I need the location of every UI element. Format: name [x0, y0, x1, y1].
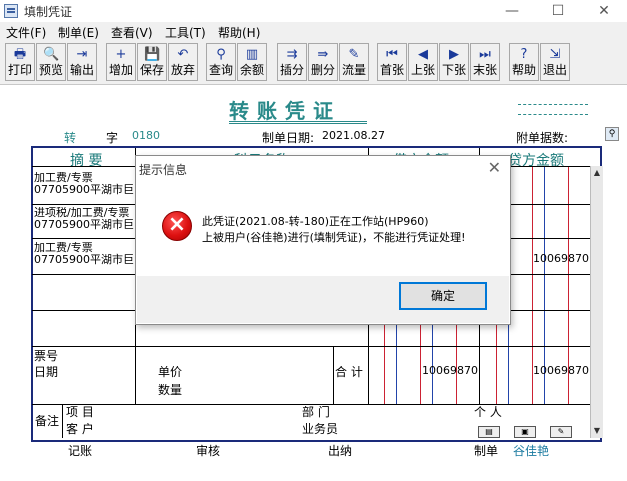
person-label: 个 人 [474, 406, 502, 418]
dialog-close-icon[interactable]: ✕ [488, 158, 501, 177]
delete-entry-button[interactable]: ⇛ 删分 [308, 43, 338, 81]
date-row-label: 日期 [34, 366, 59, 378]
menu-view[interactable]: 查看(V) [111, 24, 153, 41]
preview-button[interactable]: 🔍 预览 [36, 43, 66, 81]
salesperson-label: 业务员 [302, 423, 339, 435]
voucher-type[interactable]: 转 [64, 129, 76, 146]
maker-name: 谷佳艳 [513, 444, 550, 458]
dialog-message-line1: 此凭证(2021.08-转-180)正在工作站(HP960) [202, 215, 429, 228]
voucher-date[interactable]: 2021.08.27 [322, 129, 385, 142]
department-label: 部 门 [302, 406, 330, 418]
discard-button[interactable]: ↶ 放弃 [168, 43, 198, 81]
cashier-label: 出纳 [328, 444, 353, 458]
unit-price-label: 单价 [158, 366, 183, 378]
menu-tools[interactable]: 工具(T) [165, 24, 206, 41]
insert-entry-button[interactable]: ⇉ 插分 [277, 43, 307, 81]
entry-credit-amount[interactable]: 10069870 [533, 253, 589, 265]
entry-summary-line2: 07705900平湖市巨秤 [34, 218, 134, 231]
balance-button[interactable]: ▥ 余额 [237, 43, 267, 81]
total-credit: 10069870 [533, 365, 589, 377]
entry-row[interactable]: 加工费/专票 07705900平湖市巨秤 [34, 242, 134, 266]
audit-label: 审核 [196, 444, 221, 458]
save-button[interactable]: 💾 保存 [137, 43, 167, 81]
header-credit: 贷方金额 [508, 153, 564, 169]
voucher-number-label: 字 [106, 131, 119, 145]
remark-label: 备注 [35, 415, 60, 427]
voucher-title-underline [229, 121, 367, 124]
export-button[interactable]: ⇥ 输出 [67, 43, 97, 81]
dashed-line [518, 114, 588, 115]
last-button[interactable]: ⏭ 末张 [470, 43, 500, 81]
customer-label: 客 户 [66, 423, 94, 435]
bookkeeping-label: 记账 [68, 444, 93, 458]
ok-button[interactable]: 确定 [399, 282, 487, 310]
title-bar: 填制凭证 — ☐ ✕ [0, 0, 627, 22]
voucher-title: 转账凭证 [229, 99, 341, 123]
entry-row[interactable]: 加工费/专票 07705900平湖市巨秤 [34, 172, 134, 196]
menu-file[interactable]: 文件(F) [6, 24, 46, 41]
total-label: 合 计 [335, 366, 363, 378]
scroll-down-icon[interactable]: ▼ [592, 426, 602, 436]
menu-voucher[interactable]: 制单(E) [58, 24, 99, 41]
next-button[interactable]: ▶ 下张 [439, 43, 469, 81]
print-button[interactable]: 🖶 打印 [5, 43, 35, 81]
ticket-label: 票号 [34, 350, 59, 362]
project-label: 项 目 [66, 406, 94, 418]
first-button[interactable]: ⏮ 首张 [377, 43, 407, 81]
prev-button[interactable]: ◀ 上张 [408, 43, 438, 81]
dialog-title: 提示信息 [139, 163, 188, 177]
exit-button[interactable]: ⇲ 退出 [540, 43, 570, 81]
dashed-line [518, 104, 588, 105]
help-button[interactable]: ? 帮助 [509, 43, 539, 81]
error-icon: × [162, 211, 192, 241]
minimize-button[interactable]: — [489, 0, 535, 22]
attachments-label: 附单据数: [516, 131, 569, 145]
toolbar: 🖶 打印 🔍 预览 ⇥ 输出 + 增加 💾 保存 ↶ 放弃 ⚲ 查询 ▥ 余额 ⇉ 插分 ⇛ 删分 … [0, 42, 627, 85]
entry-row[interactable]: 进项税/加工费/专票 07705900平湖市巨秤 [34, 207, 134, 231]
entry-summary-line2: 07705900平湖市巨秤 [34, 183, 134, 196]
edit-icon[interactable]: ✎ [550, 426, 572, 438]
quantity-label: 数量 [158, 384, 183, 396]
app-icon [4, 4, 18, 18]
id-card-icon[interactable]: ▣ [514, 426, 536, 438]
maker-label: 制单 [474, 444, 499, 458]
close-button[interactable]: ✕ [581, 0, 627, 22]
menu-help[interactable]: 帮助(H) [218, 24, 260, 41]
search-icon[interactable]: ⚲ [605, 127, 619, 141]
date-label: 制单日期: [262, 131, 315, 145]
card-icon[interactable]: ▤ [478, 426, 500, 438]
vertical-scrollbar[interactable]: ▲ ▼ [590, 166, 603, 438]
query-button[interactable]: ⚲ 查询 [206, 43, 236, 81]
header-summary: 摘 要 [70, 153, 103, 169]
maximize-button[interactable]: ☐ [535, 0, 581, 22]
total-debit: 10069870 [422, 365, 478, 377]
cashflow-button[interactable]: ✎ 流量 [339, 43, 369, 81]
voucher-number[interactable]: 0180 [132, 129, 160, 142]
window-title: 填制凭证 [24, 5, 73, 19]
dialog-message-line2: 上被用户(谷佳艳)进行(填制凭证)，不能进行凭证处理! [202, 231, 466, 244]
entry-summary-line2: 07705900平湖市巨秤 [34, 253, 134, 266]
scroll-up-icon[interactable]: ▲ [592, 168, 602, 178]
alert-dialog: 提示信息 ✕ × 此凭证(2021.08-转-180)正在工作站(HP960) … [135, 155, 511, 325]
menu-bar: 文件(F) 制单(E) 查看(V) 工具(T) 帮助(H) [0, 22, 627, 42]
add-button[interactable]: + 增加 [106, 43, 136, 81]
